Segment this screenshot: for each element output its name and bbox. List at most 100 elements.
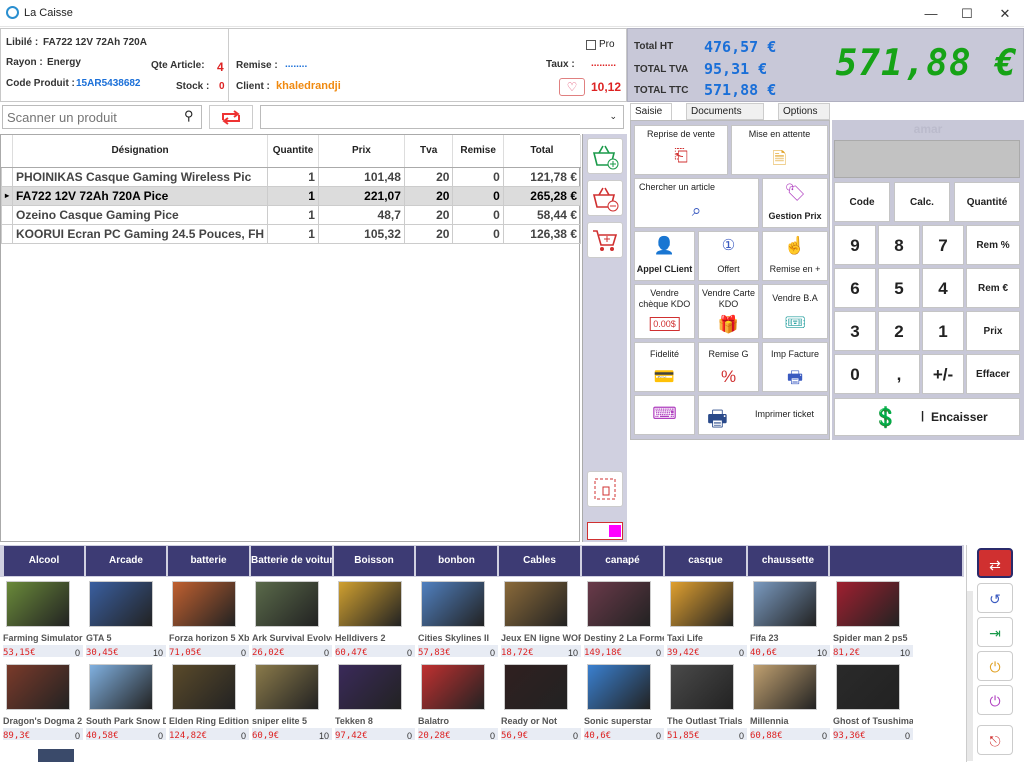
product-card[interactable]: The Outlast Trials 51,85€ 0 xyxy=(664,660,747,741)
product-card[interactable]: Fifa 23 40,6€ 10 xyxy=(747,577,830,658)
key-2[interactable]: 2 xyxy=(878,311,920,351)
product-card[interactable]: Ready or Not 56,9€ 0 xyxy=(498,660,581,741)
product-card[interactable]: sniper elite 5 60,9€ 10 xyxy=(249,660,332,741)
cell-designation[interactable]: PHOINIKAS Casque Gaming Wireless Pic xyxy=(12,166,269,187)
cart-button[interactable] xyxy=(587,222,623,258)
code-key[interactable]: Code xyxy=(834,182,890,222)
cell-tva[interactable]: 20 xyxy=(403,185,454,206)
switch-user-button[interactable]: ⇄ xyxy=(977,548,1013,578)
col-designation[interactable]: Désignation xyxy=(12,135,269,168)
table-row[interactable]: Ozeino Casque Gaming Pice 1 48,7 20 0 58… xyxy=(0,204,582,225)
refresh-button[interactable] xyxy=(209,105,253,129)
product-card[interactable]: Destiny 2 La Forme 149,18€ 0 xyxy=(581,577,664,658)
product-card[interactable]: Ghost of Tsushima 93,36€ 0 xyxy=(830,660,913,741)
cell-qty[interactable]: 1 xyxy=(267,166,319,187)
product-card[interactable]: GTA 5 30,45€ 10 xyxy=(83,577,166,658)
nav-back-button[interactable]: ↺ xyxy=(977,583,1013,613)
product-thumbnail-partial[interactable] xyxy=(38,749,74,762)
keyboard-button[interactable]: ⌨ xyxy=(634,395,695,435)
table-row[interactable]: ▸ FA722 12V 72Ah 720A Pice 1 221,07 20 0… xyxy=(0,185,582,206)
offert-button[interactable]: ① Offert xyxy=(698,231,759,281)
reprise-vente-button[interactable]: Reprise de vente ⎗ xyxy=(634,125,728,175)
appel-client-button[interactable]: 👤 Appel CLient xyxy=(634,231,695,281)
cheque-kdo-button[interactable]: Vendre chèque KDO 0.00$ xyxy=(634,284,695,339)
imp-facture-button[interactable]: Imp Facture 🖶 xyxy=(762,342,828,392)
cell-qty[interactable]: 1 xyxy=(267,223,319,244)
basket-add-button[interactable] xyxy=(587,138,623,174)
product-card[interactable]: Farming Simulator 53,15€ 0 xyxy=(0,577,83,658)
scan-input[interactable] xyxy=(2,105,202,129)
effacer-key[interactable]: Effacer xyxy=(966,354,1020,394)
cell-designation[interactable]: FA722 12V 72Ah 720A Pice xyxy=(12,185,269,206)
tab-documents[interactable]: Documents xyxy=(686,103,764,120)
product-card[interactable]: Millennia 60,88€ 0 xyxy=(747,660,830,741)
rem-eur-key[interactable]: Rem € xyxy=(966,268,1020,308)
tab-options[interactable]: Options xyxy=(778,103,830,120)
cell-remise[interactable]: 0 xyxy=(452,204,504,225)
product-card[interactable]: Cities Skylines II 57,83€ 0 xyxy=(415,577,498,658)
key-5[interactable]: 5 xyxy=(878,268,920,308)
col-tva[interactable]: Tva xyxy=(404,135,454,168)
calc-key[interactable]: Calc. xyxy=(894,182,950,222)
carte-kdo-button[interactable]: Vendre Carte KDO 🎁 xyxy=(698,284,759,339)
cell-qty[interactable]: 1 xyxy=(267,185,319,206)
col-quantite[interactable]: Quantite xyxy=(267,135,319,168)
table-row[interactable]: PHOINIKAS Casque Gaming Wireless Pic 1 1… xyxy=(0,166,582,187)
maximize-button[interactable]: ☐ xyxy=(946,0,988,27)
exit-button[interactable]: ⎋ xyxy=(977,725,1013,755)
cell-remise[interactable]: 0 xyxy=(452,223,504,244)
product-card[interactable]: Helldivers 2 60,47€ 0 xyxy=(332,577,415,658)
mise-attente-button[interactable]: Mise en attente 🗎 xyxy=(731,125,828,175)
key-9[interactable]: 9 xyxy=(834,225,876,265)
close-button[interactable]: ✕ xyxy=(984,0,1024,27)
col-prix[interactable]: Prix xyxy=(318,135,405,168)
key-6[interactable]: 6 xyxy=(834,268,876,308)
category-tab[interactable]: Cables xyxy=(499,546,580,576)
category-tab[interactable]: casque xyxy=(665,546,746,576)
cell-designation[interactable]: Ozeino Casque Gaming Pice xyxy=(12,204,269,225)
cell-remise[interactable]: 0 xyxy=(452,185,504,206)
category-tab[interactable]: chaussette xyxy=(748,546,828,576)
cell-prix[interactable]: 101,48 xyxy=(317,166,405,187)
col-remise[interactable]: Remise xyxy=(452,135,504,168)
cell-prix[interactable]: 221,07 xyxy=(317,185,405,206)
chercher-article-button[interactable]: Chercher un article ⌕ xyxy=(634,178,759,228)
nav-shutdown-button[interactable]: ⏻ xyxy=(977,685,1013,715)
key-1[interactable]: 1 xyxy=(922,311,964,351)
product-card[interactable]: Forza horizon 5 Xbc 71,05€ 0 xyxy=(166,577,249,658)
tab-saisie[interactable]: Saisie xyxy=(630,103,672,120)
category-tab[interactable]: Boisson xyxy=(334,546,414,576)
category-tab[interactable]: batterie xyxy=(168,546,249,576)
imprimer-ticket-button[interactable]: 🖶 Imprimer ticket xyxy=(698,395,828,435)
nav-login-button[interactable]: ⇥ xyxy=(977,617,1013,647)
category-tab[interactable]: bonbon xyxy=(416,546,497,576)
table-row[interactable]: KOORUI Ecran PC Gaming 24.5 Pouces, FH 1… xyxy=(0,223,582,244)
cell-total[interactable]: 58,44 € xyxy=(502,204,582,225)
key-4[interactable]: 4 xyxy=(922,268,964,308)
scrollbar[interactable] xyxy=(967,591,973,761)
basket-remove-button[interactable] xyxy=(587,180,623,216)
gestion-prix-button[interactable]: 🏷 Gestion Prix xyxy=(762,178,828,228)
category-tab[interactable]: canapé xyxy=(582,546,663,576)
category-tab[interactable]: Batterie de voiture xyxy=(251,546,332,576)
product-card[interactable]: South Park Snow D 40,58€ 0 xyxy=(83,660,166,741)
product-card[interactable]: Taxi Life 39,42€ 0 xyxy=(664,577,747,658)
key-7[interactable]: 7 xyxy=(922,225,964,265)
cell-tva[interactable]: 20 xyxy=(403,204,454,225)
rem-pct-key[interactable]: Rem % xyxy=(966,225,1020,265)
cell-total[interactable]: 126,38 € xyxy=(502,223,582,244)
remise-en-button[interactable]: ☝ Remise en + xyxy=(762,231,828,281)
key-comma[interactable]: , xyxy=(878,354,920,394)
cell-prix[interactable]: 105,32 xyxy=(317,223,405,244)
cell-total[interactable]: 265,28 € xyxy=(502,185,582,206)
product-card[interactable]: Sonic superstar 40,6€ 0 xyxy=(581,660,664,741)
cell-remise[interactable]: 0 xyxy=(452,166,504,187)
cell-total[interactable]: 121,78 € xyxy=(502,166,582,187)
pro-checkbox[interactable] xyxy=(586,40,596,50)
product-card[interactable]: Balatro 20,28€ 0 xyxy=(415,660,498,741)
cell-tva[interactable]: 20 xyxy=(403,166,454,187)
category-tab[interactable]: Alcool xyxy=(4,546,84,576)
vendre-ba-button[interactable]: Vendre B.A 🎟 xyxy=(762,284,828,339)
key-0[interactable]: 0 xyxy=(834,354,876,394)
nav-power-button[interactable]: ⏻ xyxy=(977,651,1013,681)
